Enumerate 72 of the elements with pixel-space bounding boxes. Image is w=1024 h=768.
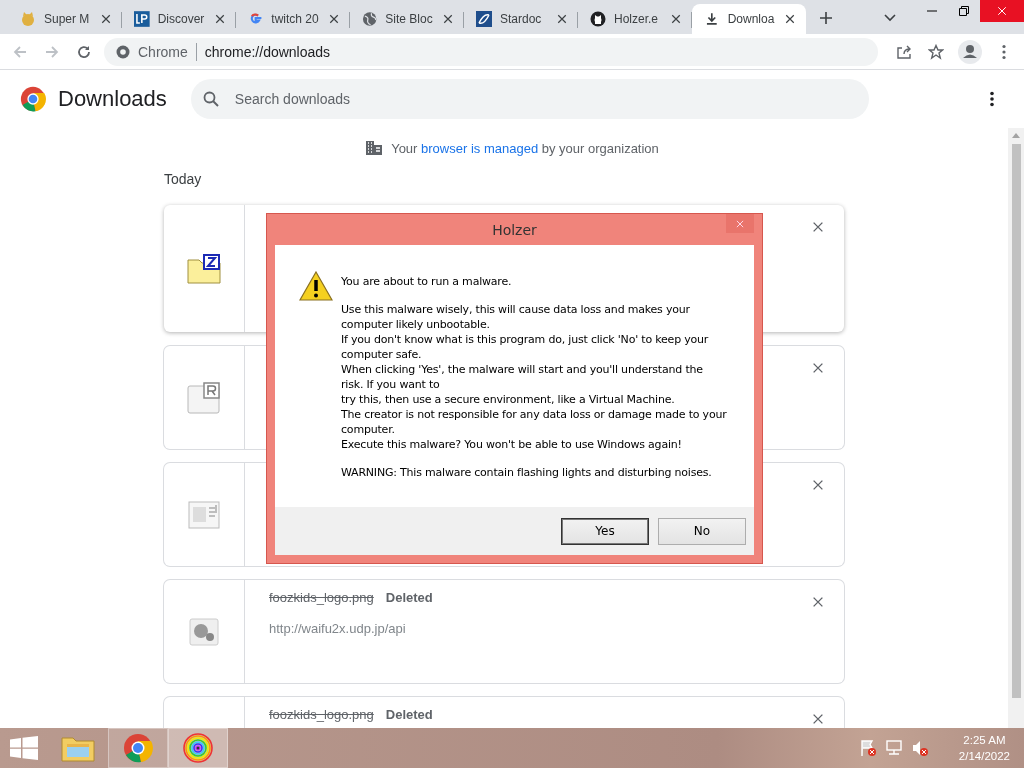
file-name[interactable]: foozkids_logo.png — [269, 707, 374, 722]
browser-tab[interactable]: Downloa — [692, 4, 806, 34]
color-wheel-icon — [183, 733, 213, 763]
muted-speaker-icon[interactable] — [910, 739, 929, 757]
lp-logo-icon — [134, 11, 150, 27]
message-line: Use this malware wisely, this will cause data loss and makes your — [341, 302, 691, 317]
warning-icon — [299, 271, 333, 301]
browser-tab[interactable]: Holzer.e — [578, 4, 692, 34]
avatar-icon[interactable] — [956, 37, 984, 66]
message-line: try this, then use a secure environment, like a Virtual Machine. — [341, 392, 676, 407]
close-icon[interactable] — [811, 478, 825, 492]
close-icon[interactable] — [811, 220, 825, 234]
taskbar-app[interactable] — [168, 728, 228, 768]
chrome-logo-icon — [123, 733, 153, 763]
close-icon[interactable] — [442, 13, 455, 25]
folder-icon — [61, 734, 95, 762]
browser-tab[interactable]: Stardoc — [464, 4, 578, 34]
address-bar[interactable]: Chrome chrome://downloads — [104, 37, 878, 66]
message-line: computer likely unbootable. — [341, 317, 491, 332]
close-icon[interactable] — [811, 712, 825, 726]
url-text: chrome://downloads — [204, 43, 331, 60]
chrome-logo-icon — [116, 44, 130, 59]
close-icon[interactable] — [100, 13, 112, 25]
cat-icon — [20, 11, 36, 27]
download-status: Deleted — [385, 707, 433, 722]
close-icon[interactable] — [214, 13, 227, 25]
dialog-title: Holzer — [492, 221, 537, 238]
notice-text: Your browser is managed by your organization — [391, 140, 659, 156]
message-line: Execute this malware? You won't be able to use Windows again! — [341, 437, 683, 452]
dialog-button[interactable]: No — [658, 517, 746, 545]
dialog-button[interactable]: Yes — [561, 517, 649, 545]
file-name[interactable]: foozkids_logo.png — [269, 590, 374, 605]
managed-link[interactable]: browser is managed — [421, 140, 539, 156]
message-line: computer safe. — [341, 347, 423, 362]
building-icon — [365, 140, 384, 156]
g-logo-icon — [248, 11, 264, 27]
chrome-logo-icon — [20, 86, 46, 112]
section-title: Today — [164, 171, 203, 187]
document-file-icon — [188, 500, 220, 529]
download-icon — [704, 11, 720, 27]
download-status: Deleted — [385, 590, 433, 605]
message-line: The creator is not responsible for any data loss or damage made to your — [341, 407, 727, 422]
message-line: risk. If you want to — [341, 377, 441, 392]
message-line: computer. — [341, 422, 396, 437]
site-label: Chrome — [138, 43, 188, 60]
close-icon[interactable] — [556, 13, 568, 25]
search-field[interactable]: Search downloads — [190, 79, 869, 119]
browser-tab[interactable]: Super M — [8, 4, 122, 34]
page-title: Downloads — [58, 86, 167, 112]
message-line: If you don't know what is this program do, just click 'No' to keep your — [341, 332, 710, 347]
message-line: You are about to run a malware. — [341, 274, 513, 289]
close-icon[interactable] — [811, 361, 825, 375]
close-icon[interactable] — [670, 13, 682, 25]
close-icon[interactable] — [784, 13, 797, 25]
rar-file-icon — [187, 381, 221, 414]
close-icon[interactable] — [328, 13, 341, 25]
flag-alert-icon[interactable] — [858, 739, 877, 757]
browser-tab[interactable]: Discover — [122, 4, 236, 34]
browser-tab[interactable]: Site Bloc — [350, 4, 464, 34]
octocat-icon — [590, 11, 606, 27]
image-file-icon — [189, 617, 219, 646]
globe-icon — [362, 11, 378, 27]
taskbar-app[interactable] — [108, 728, 168, 768]
search-input[interactable]: Search downloads — [232, 90, 857, 108]
message-line: When clicking 'Yes', the malware will start and you'll understand the — [341, 362, 704, 377]
swirl-logo-icon — [476, 11, 492, 27]
message-line: WARNING: This malware contain flashing lights and disturbing noises. — [341, 465, 713, 480]
source-url: http://waifu2x.udp.jp/api — [269, 621, 407, 636]
search-icon — [202, 91, 219, 107]
close-icon[interactable] — [811, 595, 825, 609]
browser-tab[interactable]: twitch 20 — [236, 4, 350, 34]
zip-file-icon — [187, 253, 221, 284]
